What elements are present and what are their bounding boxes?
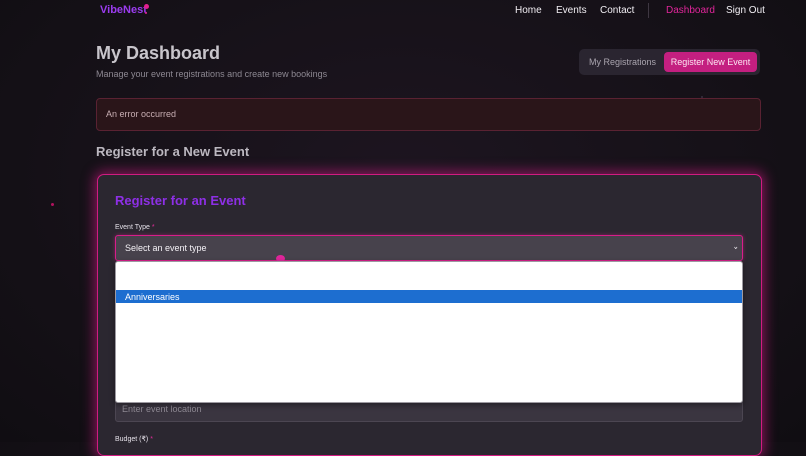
dashboard-tabs: My Registrations Register New Event	[579, 49, 760, 75]
nav-contact[interactable]: Contact	[600, 5, 634, 16]
nav-events[interactable]: Events	[556, 5, 587, 16]
brand-dot-icon	[144, 4, 149, 9]
section-title: Register for a New Event	[96, 144, 250, 159]
nav-sign-out[interactable]: Sign Out	[726, 5, 765, 16]
top-nav: VibeNest Home Events Contact Dashboard S…	[0, 0, 806, 22]
ambient-glow-dot	[51, 203, 54, 206]
ambient-dot	[701, 96, 703, 98]
event-type-select[interactable]: Select an event type ⌄	[115, 235, 743, 261]
event-type-select-value: Select an event type	[125, 243, 207, 253]
required-marker: *	[151, 224, 155, 231]
form-title: Register for an Event	[115, 193, 246, 208]
dropdown-option-label: Anniversaries	[125, 292, 180, 302]
page-subtitle: Manage your event registrations and crea…	[96, 69, 328, 79]
nav-divider	[648, 3, 649, 18]
tab-register-new-event[interactable]: Register New Event	[664, 52, 757, 72]
nav-dashboard[interactable]: Dashboard	[666, 5, 715, 16]
event-type-label: Event Type *	[115, 224, 155, 231]
nav-home[interactable]: Home	[515, 5, 542, 16]
page-title: My Dashboard	[96, 43, 221, 63]
error-message: An error occurred	[106, 109, 177, 119]
event-type-dropdown-list[interactable]: Anniversaries	[115, 261, 743, 403]
error-alert: An error occurred	[96, 98, 761, 131]
brand-dot-small-icon	[145, 12, 147, 14]
tab-my-registrations[interactable]: My Registrations	[582, 52, 663, 72]
location-placeholder: Enter event location	[122, 404, 202, 414]
brand-logo[interactable]: VibeNest	[100, 4, 147, 16]
dropdown-option-highlighted[interactable]: Anniversaries	[116, 290, 742, 303]
chevron-down-icon: ⌄	[733, 241, 740, 251]
